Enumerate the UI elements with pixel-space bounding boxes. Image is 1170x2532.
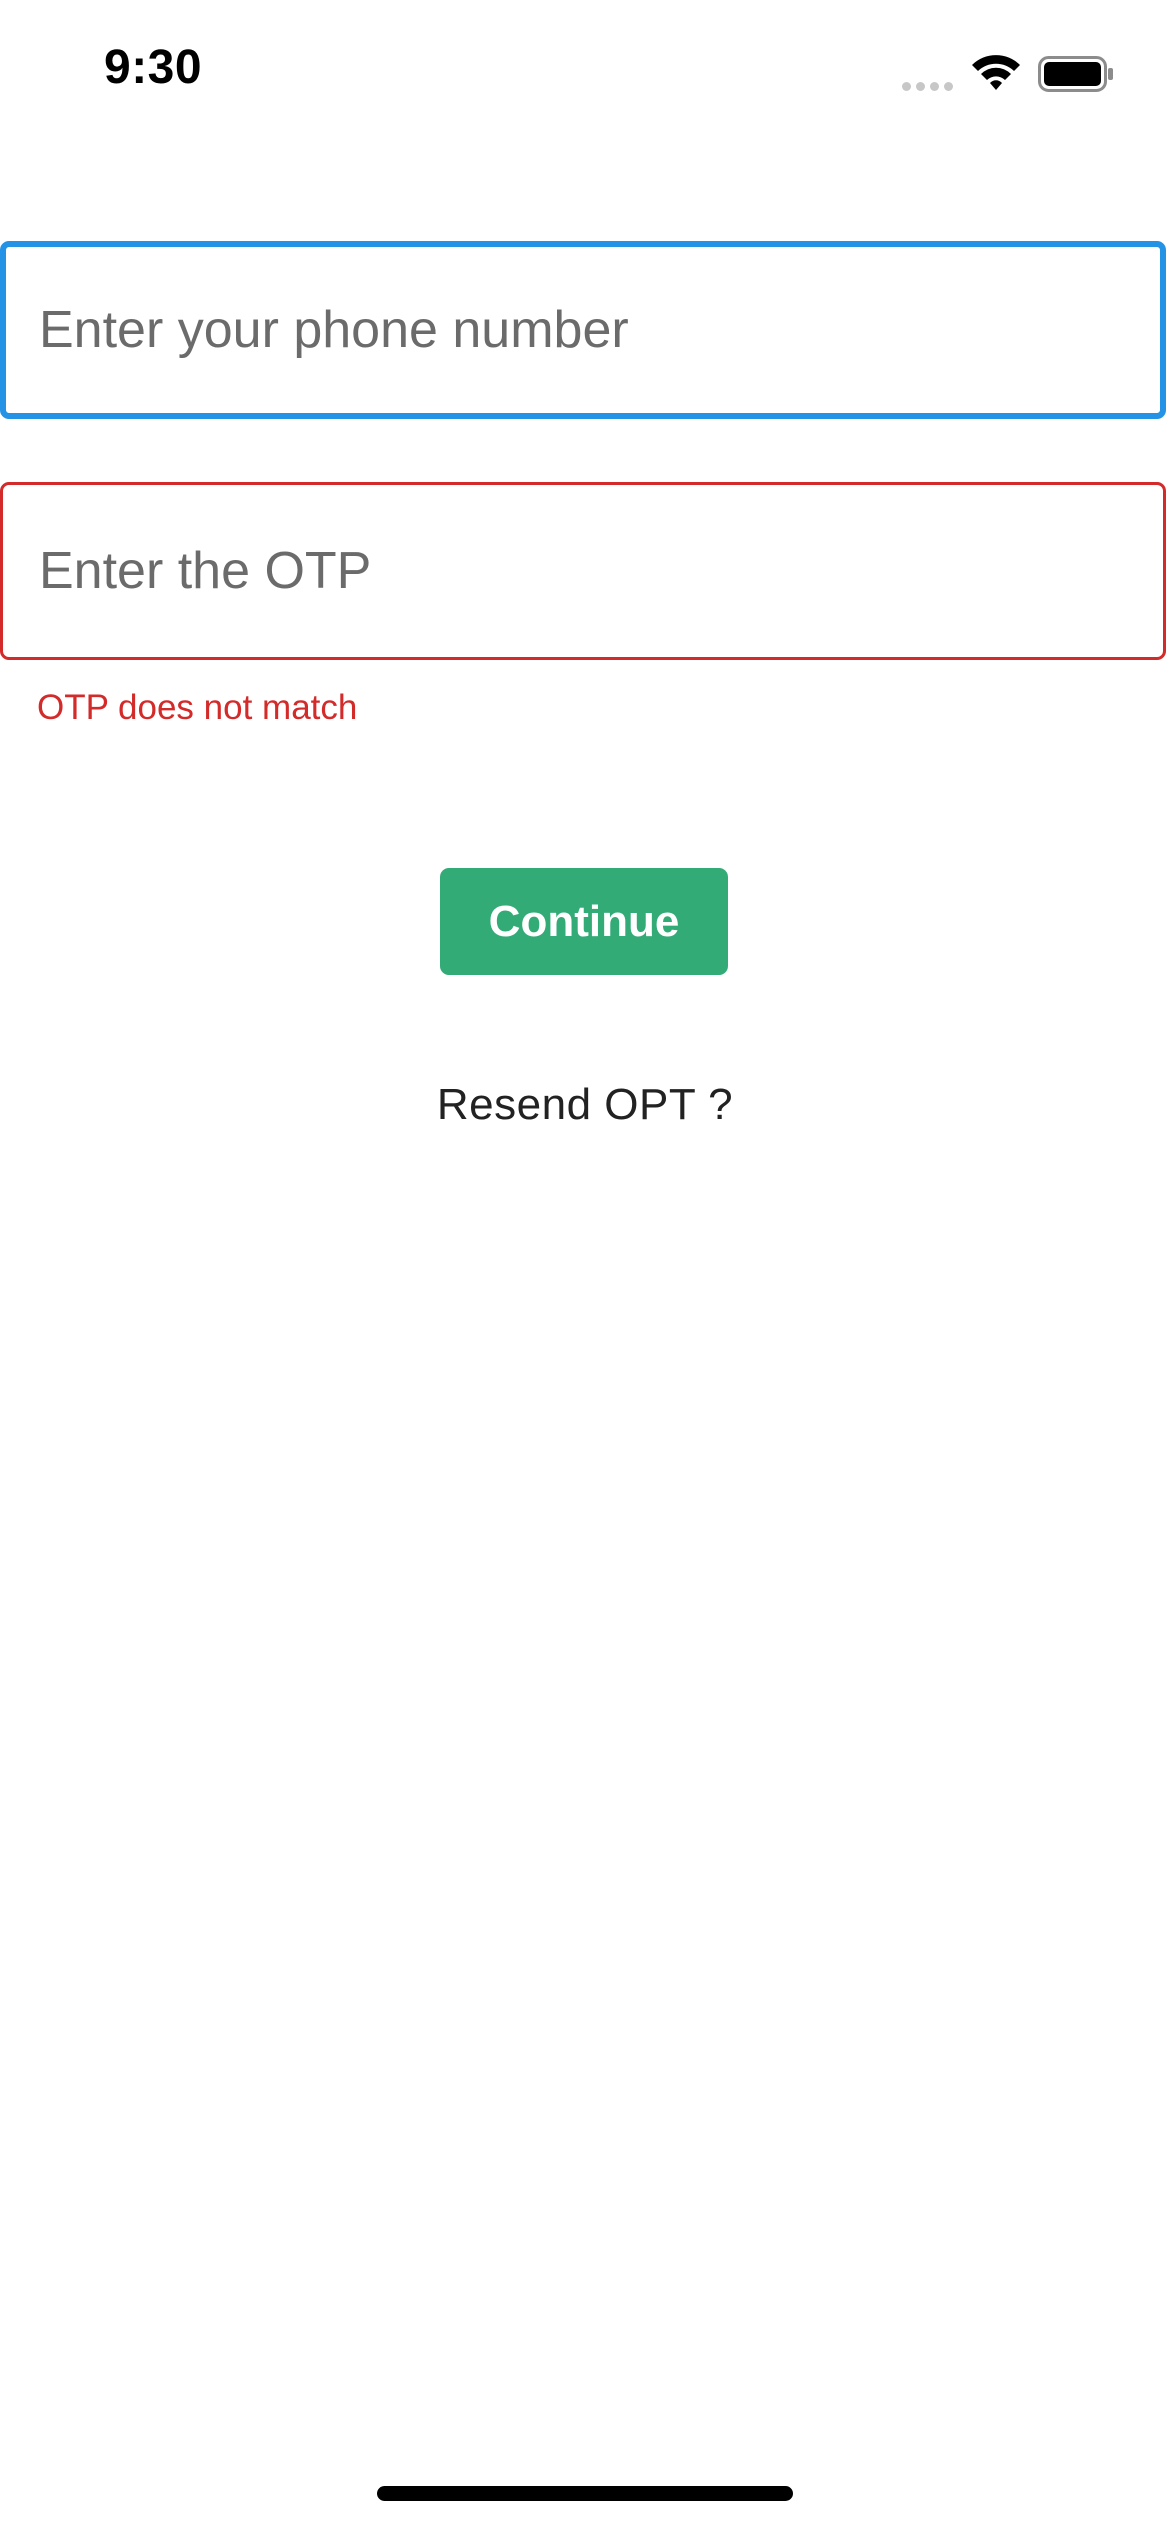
- continue-button[interactable]: Continue: [440, 868, 728, 975]
- phone-field: [0, 241, 1166, 419]
- home-indicator: [377, 2486, 793, 2501]
- signal-icon: [902, 78, 956, 92]
- status-time: 9:30: [104, 41, 203, 94]
- phone-input[interactable]: [6, 247, 1160, 413]
- status-bar: 9:30: [0, 0, 1170, 150]
- battery-icon: [1038, 56, 1113, 92]
- resend-otp-link[interactable]: Resend OPT ?: [0, 1080, 1170, 1130]
- otp-field: [0, 482, 1166, 660]
- otp-error-message: OTP does not match: [37, 688, 358, 727]
- wifi-icon: [972, 55, 1020, 90]
- otp-input[interactable]: [3, 485, 1163, 657]
